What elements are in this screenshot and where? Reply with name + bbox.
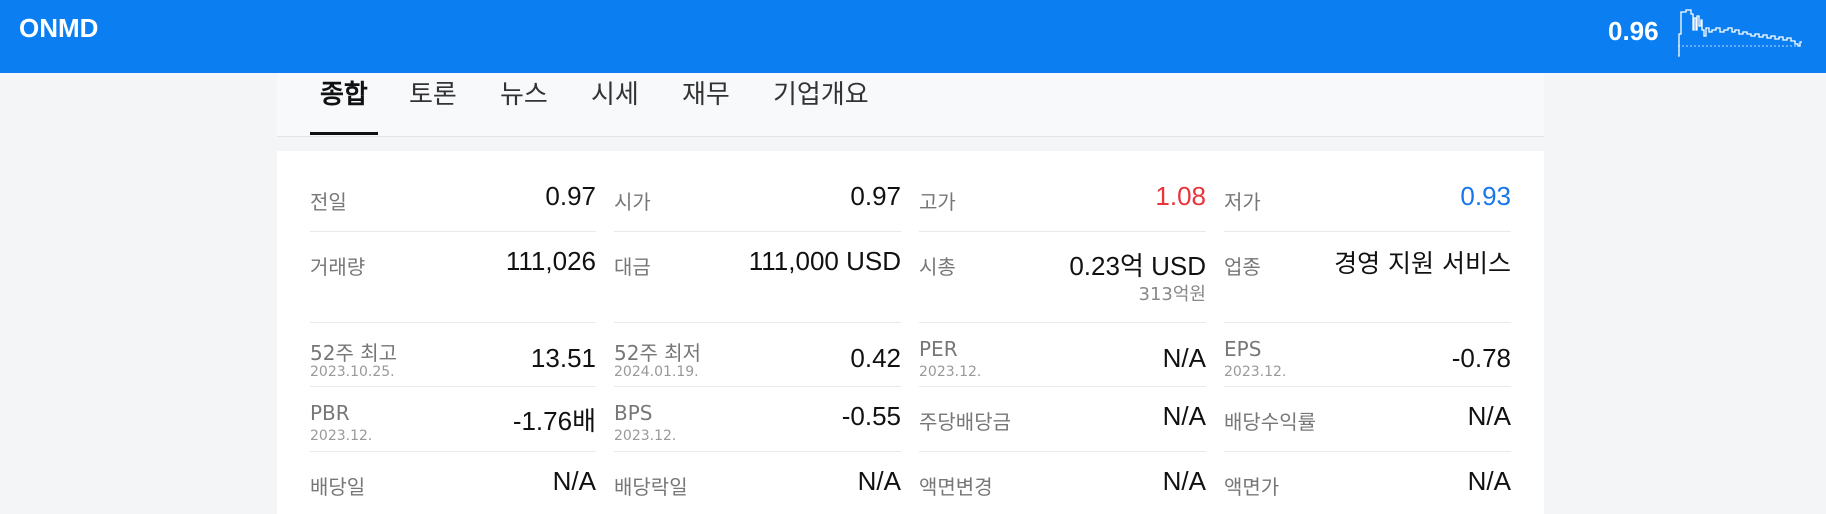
- stat-value: 0.97: [545, 181, 596, 211]
- stat-label: 시총: [919, 255, 956, 279]
- divider: [919, 386, 1206, 387]
- stat-value: N/A: [1162, 401, 1206, 431]
- stat-volume: 거래량 111,026: [310, 246, 596, 326]
- stat-per: PER 2023.12. N/A: [919, 337, 1206, 397]
- stat-label: 전일: [310, 190, 347, 214]
- stat-label: 대금: [614, 255, 651, 279]
- stat-par-value-change: 액면변경 N/A: [919, 466, 1206, 511]
- divider: [614, 386, 901, 387]
- stat-ex-dividend-date: 배당락일 N/A: [614, 466, 901, 511]
- stat-label: EPS: [1224, 337, 1262, 361]
- stat-date: 2023.12.: [310, 428, 373, 444]
- stat-dividend-date: 배당일 N/A: [310, 466, 596, 511]
- stat-label: 시가: [614, 190, 651, 214]
- stat-prev-close: 전일 0.97: [310, 181, 596, 241]
- stat-label: 액면변경: [919, 475, 993, 499]
- tab-financials[interactable]: 재무: [672, 82, 740, 135]
- stat-industry: 업종 경영 지원 서비스: [1224, 246, 1511, 326]
- stat-date: 2023.10.25.: [310, 364, 395, 380]
- divider: [919, 451, 1206, 452]
- stat-dividend-yield: 배당수익률 N/A: [1224, 401, 1511, 461]
- stat-par-value: 액면가 N/A: [1224, 466, 1511, 511]
- stat-pbr: PBR 2023.12. -1.76배: [310, 401, 596, 461]
- stat-value: N/A: [1467, 466, 1511, 496]
- tab-news[interactable]: 뉴스: [490, 82, 558, 135]
- divider: [919, 322, 1206, 323]
- stat-value: 111,026: [505, 246, 596, 276]
- market-cap-krw: 313억원: [1138, 284, 1206, 305]
- stat-label: PBR: [310, 401, 350, 425]
- stat-value: -0.55: [841, 401, 901, 431]
- tab-company-info[interactable]: 기업개요: [763, 82, 879, 135]
- current-price: 0.96: [1608, 16, 1659, 46]
- tab-discussion[interactable]: 토론: [399, 82, 467, 135]
- stat-open: 시가 0.97: [614, 181, 901, 241]
- tab-bar: 종합 토론 뉴스 시세 재무 기업개요: [277, 73, 1544, 137]
- divider: [310, 231, 596, 232]
- divider: [614, 231, 901, 232]
- stat-date: 2024.01.19.: [614, 364, 699, 380]
- divider: [1224, 386, 1511, 387]
- stat-label: 배당일: [310, 475, 366, 499]
- stat-value: 경영 지원 서비스: [1334, 249, 1511, 278]
- stat-value: 0.93: [1460, 181, 1511, 211]
- stat-date: 2023.12.: [1224, 364, 1287, 380]
- stats-panel: 전일 0.97 시가 0.97 고가 1.08 저가 0.93 거래량 111,…: [277, 151, 1544, 514]
- stat-value: N/A: [857, 466, 901, 496]
- stat-52w-low: 52주 최저 2024.01.19. 0.42: [614, 337, 901, 397]
- intraday-sparkline: [1678, 9, 1802, 57]
- divider: [310, 322, 596, 323]
- stat-value: 111,000 USD: [748, 246, 901, 276]
- stat-high: 고가 1.08: [919, 181, 1206, 241]
- stat-market-cap: 시총 0.23억 USD 313억원: [919, 246, 1206, 326]
- stat-label: 52주 최저: [614, 341, 702, 365]
- stat-value: N/A: [1467, 401, 1511, 431]
- stat-label: 배당락일: [614, 475, 688, 499]
- stat-value: 13.51: [530, 343, 596, 373]
- stat-label: 52주 최고: [310, 341, 398, 365]
- stat-value: 0.42: [850, 343, 901, 373]
- ticker-symbol: ONMD: [19, 13, 99, 43]
- stat-label: 액면가: [1224, 475, 1280, 499]
- stat-value: N/A: [1162, 466, 1206, 496]
- stat-value: N/A: [1162, 343, 1206, 373]
- stat-date: 2023.12.: [919, 364, 982, 380]
- divider: [1224, 231, 1511, 232]
- stat-label: 거래량: [310, 255, 366, 279]
- divider: [614, 451, 901, 452]
- stat-label: 저가: [1224, 190, 1261, 214]
- stat-label: 주당배당금: [919, 410, 1011, 434]
- divider: [919, 231, 1206, 232]
- divider: [310, 386, 596, 387]
- divider: [1224, 322, 1511, 323]
- stat-value: -1.76배: [512, 406, 596, 436]
- stat-low: 저가 0.93: [1224, 181, 1511, 241]
- stat-value: N/A: [552, 466, 596, 496]
- stat-value: 0.23억 USD: [1069, 251, 1206, 281]
- stat-52w-high: 52주 최고 2023.10.25. 13.51: [310, 337, 596, 397]
- stat-turnover: 대금 111,000 USD: [614, 246, 901, 326]
- stat-value: -0.78: [1451, 343, 1511, 373]
- stat-value: 0.97: [850, 181, 901, 211]
- stat-label: BPS: [614, 401, 653, 425]
- stat-label: PER: [919, 337, 958, 361]
- stat-eps: EPS 2023.12. -0.78: [1224, 337, 1511, 397]
- divider: [310, 451, 596, 452]
- tab-overview[interactable]: 종합: [310, 82, 378, 135]
- stat-bps: BPS 2023.12. -0.55: [614, 401, 901, 461]
- stat-value: 1.08: [1155, 181, 1206, 211]
- stock-header: ONMD 0.96: [0, 0, 1826, 73]
- stat-dividend-per-share: 주당배당금 N/A: [919, 401, 1206, 461]
- divider: [1224, 451, 1511, 452]
- stat-label: 배당수익률: [1224, 410, 1316, 434]
- divider: [614, 322, 901, 323]
- stat-label: 고가: [919, 190, 956, 214]
- stat-date: 2023.12.: [614, 428, 677, 444]
- tab-quotes[interactable]: 시세: [581, 82, 649, 135]
- stat-label: 업종: [1224, 255, 1261, 279]
